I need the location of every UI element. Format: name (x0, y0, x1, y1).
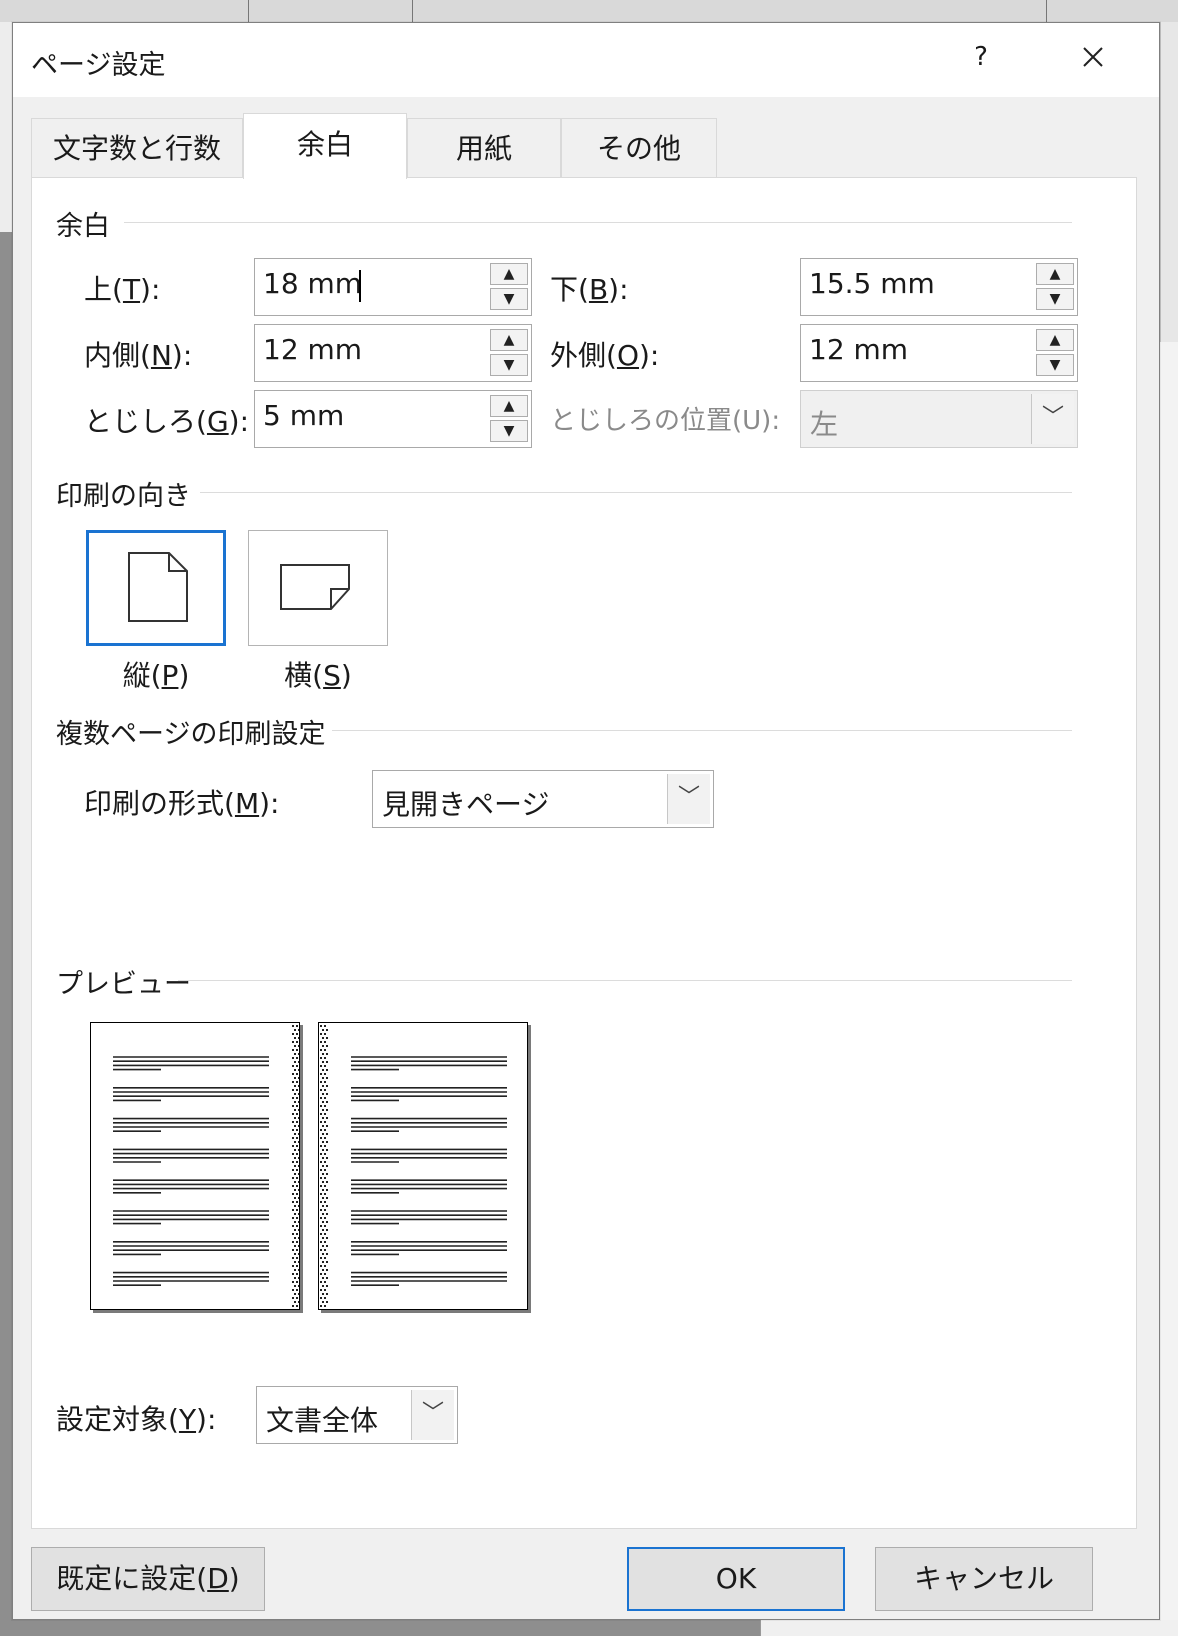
top-margin-up-button[interactable]: ▲ (490, 263, 528, 285)
inside-margin-input[interactable]: 12 mm (263, 333, 362, 366)
dialog-title: ページ設定 (31, 50, 166, 81)
title-bar[interactable]: ページ設定 ? (13, 23, 1159, 97)
section-separator (200, 492, 1072, 493)
background-app-bottom (760, 1620, 1178, 1636)
portrait-button[interactable] (86, 530, 226, 646)
close-icon (1083, 47, 1103, 67)
print-format-label: 印刷の形式(M): (84, 787, 280, 820)
chevron-down-icon[interactable]: ﹀ (411, 1390, 454, 1440)
landscape-button[interactable] (248, 530, 388, 646)
print-format-dropdown[interactable]: 見開きページ ﹀ (372, 770, 714, 828)
section-separator (124, 222, 1072, 223)
preview-right-page (318, 1022, 528, 1310)
background-app-right-lower (1160, 342, 1178, 1636)
top-margin-down-button[interactable]: ▼ (490, 288, 528, 310)
outside-margin-input[interactable]: 12 mm (809, 333, 908, 366)
apply-to-value: 文書全体 (266, 1404, 379, 1437)
tab-paper[interactable]: 用紙 (407, 118, 561, 178)
inside-margin-label: 内側(N): (84, 339, 193, 372)
landscape-page-icon (280, 564, 350, 610)
ribbon-divider (1046, 0, 1047, 22)
bottom-margin-input[interactable]: 15.5 mm (809, 267, 935, 300)
top-margin-spinner[interactable]: 18 mm ▲ ▼ (254, 258, 532, 316)
inside-margin-down-button[interactable]: ▼ (490, 354, 528, 376)
gutter-position-dropdown: 左 ﹀ (800, 390, 1078, 448)
tab-margins[interactable]: 余白 (243, 113, 407, 179)
preview-left-text-lines (113, 1025, 300, 1307)
gutter-position-label: とじしろの位置(U): (550, 406, 781, 436)
gutter-position-value: 左 (810, 408, 839, 441)
preview-left-page (90, 1022, 300, 1310)
preview-section-title: プレビュー (56, 969, 191, 1000)
apply-to-label: 設定対象(Y): (56, 1403, 217, 1436)
cancel-button[interactable]: キャンセル (875, 1547, 1093, 1611)
background-app-right (1160, 22, 1178, 342)
background-app-ribbon (0, 0, 1178, 23)
gutter-down-button[interactable]: ▼ (490, 420, 528, 442)
bottom-margin-spinner[interactable]: 15.5 mm ▲ ▼ (800, 258, 1078, 316)
print-format-value: 見開きページ (382, 788, 550, 821)
ribbon-divider (248, 0, 249, 22)
inside-margin-up-button[interactable]: ▲ (490, 329, 528, 351)
margins-section-title: 余白 (56, 211, 110, 242)
bottom-margin-up-button[interactable]: ▲ (1036, 263, 1074, 285)
background-app-left (0, 22, 12, 232)
set-default-button[interactable]: 既定に設定(D) (31, 1547, 265, 1611)
multi-page-section-title: 複数ページの印刷設定 (56, 719, 326, 750)
outside-margin-up-button[interactable]: ▲ (1036, 329, 1074, 351)
margins-panel: 余白 上(T): 18 mm ▲ ▼ 下(B): 15.5 mm ▲ ▼ 内側(… (31, 177, 1137, 1529)
tab-other[interactable]: その他 (561, 118, 717, 178)
page-setup-dialog: ページ設定 ? 文字数と行数 余白 用紙 その他 余白 上(T): 18 mm … (12, 22, 1160, 1620)
section-separator (332, 730, 1072, 731)
gutter-label: とじしろ(G): (84, 405, 249, 438)
top-margin-label: 上(T): (84, 273, 161, 306)
portrait-page-icon (128, 552, 188, 622)
landscape-label: 横(S) (284, 659, 352, 692)
outside-margin-label: 外側(O): (550, 339, 660, 372)
chevron-down-icon[interactable]: ﹀ (667, 774, 710, 824)
gutter-input[interactable]: 5 mm (263, 399, 344, 432)
outside-margin-spinner[interactable]: 12 mm ▲ ▼ (800, 324, 1078, 382)
section-separator (178, 980, 1072, 981)
gutter-up-button[interactable]: ▲ (490, 395, 528, 417)
preview-right-text-lines (320, 1025, 507, 1307)
portrait-label: 縦(P) (122, 659, 190, 692)
inside-margin-spinner[interactable]: 12 mm ▲ ▼ (254, 324, 532, 382)
orientation-section-title: 印刷の向き (56, 481, 191, 512)
chevron-down-icon: ﹀ (1031, 394, 1074, 444)
text-caret (359, 270, 361, 302)
gutter-spinner[interactable]: 5 mm ▲ ▼ (254, 390, 532, 448)
ribbon-divider (412, 0, 413, 22)
outside-margin-down-button[interactable]: ▼ (1036, 354, 1074, 376)
help-button[interactable]: ? (961, 37, 1001, 77)
apply-to-dropdown[interactable]: 文書全体 ﹀ (256, 1386, 458, 1444)
tab-characters-and-lines[interactable]: 文字数と行数 (31, 118, 243, 178)
bottom-margin-label: 下(B): (550, 273, 629, 306)
ok-button[interactable]: OK (627, 1547, 845, 1611)
bottom-margin-down-button[interactable]: ▼ (1036, 288, 1074, 310)
top-margin-input[interactable]: 18 mm (263, 267, 362, 300)
close-button[interactable] (1073, 37, 1113, 77)
